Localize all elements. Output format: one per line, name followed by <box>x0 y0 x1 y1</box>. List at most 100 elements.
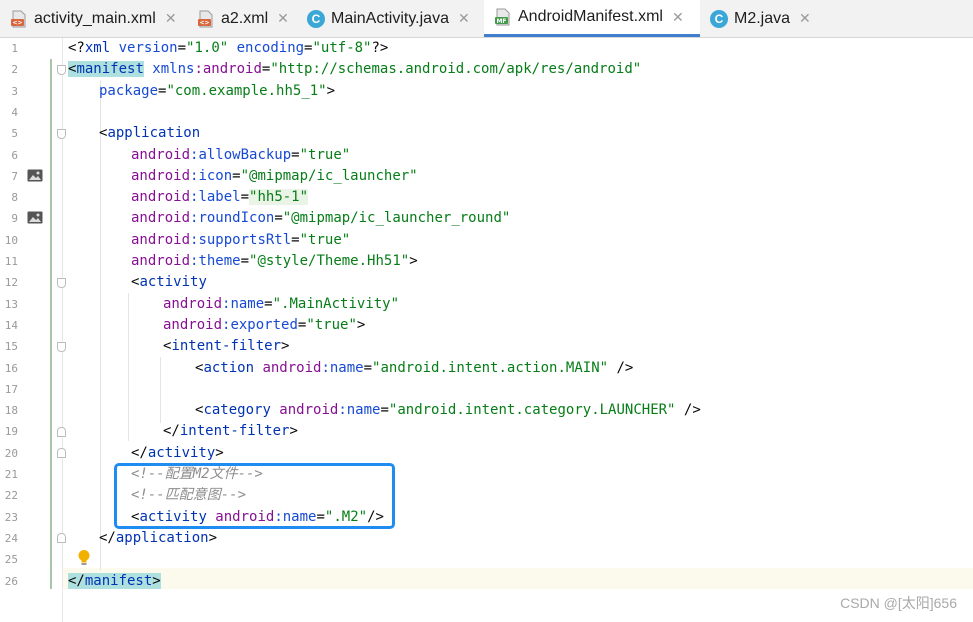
token: intent-filter <box>179 423 290 440</box>
current-line-highlight <box>62 568 973 590</box>
code-line-3[interactable]: package="com.example.hh5_1"> <box>99 81 335 102</box>
token: > <box>289 423 298 440</box>
token: xml <box>84 40 111 56</box>
token: = <box>177 40 187 56</box>
tab-label: activity_main.xml <box>34 9 156 27</box>
token: :name <box>338 402 381 419</box>
token: :allowBackup <box>190 146 292 163</box>
line-number-gutter[interactable]: 1 2 3 4 5 6 7 8 9 10 11 12 13 14 15 16 1… <box>0 38 63 622</box>
token: </ <box>99 529 116 546</box>
code-line-2[interactable]: <manifest xmlns:android="http://schemas.… <box>68 59 641 80</box>
fold-toggle-icon[interactable] <box>57 278 66 288</box>
line-number: 9 <box>11 212 18 226</box>
close-icon[interactable]: ✕ <box>277 10 289 27</box>
token: "true" <box>299 231 351 248</box>
close-icon[interactable]: ✕ <box>165 10 177 27</box>
token: :roundIcon <box>190 210 275 227</box>
fold-toggle-icon[interactable] <box>57 342 66 352</box>
svg-text:<>: <> <box>199 19 209 26</box>
token: android <box>131 231 191 248</box>
code-line-18[interactable]: <category android:name="android.intent.c… <box>195 400 701 421</box>
vcs-change-marker <box>50 59 52 589</box>
line-number: 26 <box>4 574 18 588</box>
token: activity <box>139 274 207 291</box>
annotation-highlight-box <box>114 463 395 529</box>
fold-toggle-icon[interactable] <box>57 533 66 543</box>
code-line-1[interactable]: <?xml version="1.0" encoding="utf-8"?> <box>68 38 388 59</box>
token: "true" <box>306 316 357 333</box>
code-line-12[interactable]: <activity <box>131 272 207 293</box>
token: :icon <box>190 167 233 184</box>
java-class-icon: C <box>307 9 325 28</box>
token: > <box>152 572 161 589</box>
line-number: 7 <box>11 169 18 183</box>
line-number: 2 <box>11 63 18 77</box>
close-icon[interactable]: ✕ <box>799 10 811 27</box>
xml-file-icon: <> <box>11 10 26 27</box>
token: android <box>131 210 191 227</box>
tab-androidmanifest-xml[interactable]: MF AndroidManifest.xml ✕ <box>484 0 700 37</box>
code-line-5[interactable]: <application <box>99 123 200 144</box>
code-line-20[interactable]: </activity> <box>131 443 224 464</box>
line-number: 21 <box>4 468 18 481</box>
tab-mainactivity-java[interactable]: C MainActivity.java ✕ <box>307 0 470 37</box>
token: :label <box>190 189 241 206</box>
code-line-10[interactable]: android:supportsRtl="true" <box>131 230 350 251</box>
tab-m2-java[interactable]: C M2.java ✕ <box>710 0 811 37</box>
code-editor[interactable]: 1 2 3 4 5 6 7 8 9 10 11 12 13 14 15 16 1… <box>0 38 973 622</box>
line-number: 13 <box>4 297 18 311</box>
close-icon[interactable]: ✕ <box>458 10 470 27</box>
image-preview-icon[interactable] <box>27 169 43 182</box>
token: category <box>203 402 271 419</box>
code-line-24[interactable]: </application> <box>99 528 217 549</box>
indent-guide <box>100 80 101 570</box>
line-number: 5 <box>11 127 18 141</box>
token: activity <box>147 444 216 461</box>
fold-toggle-icon[interactable] <box>57 129 66 139</box>
svg-text:<>: <> <box>12 19 22 26</box>
code-line-14[interactable]: android:exported="true"> <box>163 315 365 336</box>
indent-guide <box>160 357 161 423</box>
code-line-11[interactable]: android:theme="@style/Theme.Hh51"> <box>131 251 418 272</box>
token: intent-filter <box>171 338 282 355</box>
editor-tab-bar: <> activity_main.xml ✕ <> a2.xml ✕ C Mai… <box>0 0 973 38</box>
code-line-19[interactable]: </intent-filter> <box>163 421 298 442</box>
fold-toggle-icon[interactable] <box>57 65 66 75</box>
token: "@mipmap/ic_launcher" <box>240 167 418 184</box>
line-number: 18 <box>4 404 18 418</box>
token: version <box>110 40 178 56</box>
token: "com.example.hh5_1" <box>166 82 327 99</box>
token: = <box>240 253 250 269</box>
token: encoding <box>228 40 305 56</box>
token: :name <box>321 359 364 376</box>
java-class-icon: C <box>710 9 728 28</box>
image-preview-icon[interactable] <box>27 211 43 224</box>
fold-toggle-icon[interactable] <box>57 427 66 437</box>
close-icon[interactable]: ✕ <box>672 9 684 26</box>
svg-text:MF: MF <box>496 18 506 25</box>
code-line-16[interactable]: <action android:name="android.intent.act… <box>195 358 633 379</box>
token: = <box>291 146 300 163</box>
code-line-8[interactable]: android:label="hh5-1" <box>131 187 309 208</box>
line-number: 20 <box>4 446 18 460</box>
tab-activity-main-xml[interactable]: <> activity_main.xml ✕ <box>10 0 177 37</box>
token: "android.intent.category.LAUNCHER" <box>388 402 676 419</box>
code-line-13[interactable]: android:name=".MainActivity" <box>163 294 399 315</box>
tab-label: a2.xml <box>221 9 269 27</box>
token: android <box>254 359 322 376</box>
token: :exported <box>222 316 298 333</box>
fold-toggle-icon[interactable] <box>57 448 66 458</box>
code-line-6[interactable]: android:allowBackup="true" <box>131 145 350 166</box>
code-line-26[interactable]: </manifest> <box>68 571 161 592</box>
token: "true" <box>299 146 351 163</box>
token: = <box>363 359 373 376</box>
code-line-7[interactable]: android:icon="@mipmap/ic_launcher" <box>131 166 418 187</box>
token: /> <box>675 402 701 419</box>
token: > <box>215 444 224 461</box>
code-line-9[interactable]: android:roundIcon="@mipmap/ic_launcher_r… <box>131 208 510 229</box>
token: > <box>281 338 290 355</box>
code-line-15[interactable]: <intent-filter> <box>163 336 289 357</box>
token: = <box>240 189 250 206</box>
tab-a2-xml[interactable]: <> a2.xml ✕ <box>197 0 289 37</box>
lightbulb-icon[interactable] <box>77 549 91 567</box>
